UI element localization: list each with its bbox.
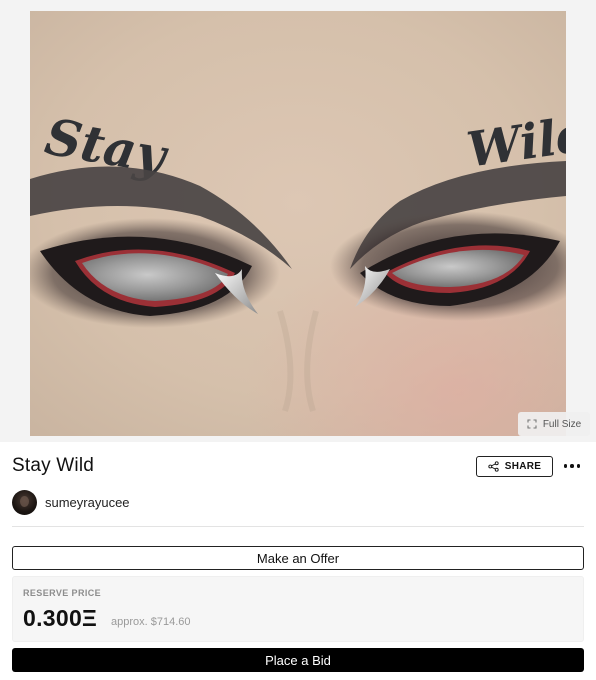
- make-offer-button[interactable]: Make an Offer: [12, 546, 584, 570]
- share-icon: [488, 461, 499, 472]
- share-label: SHARE: [504, 461, 542, 472]
- artwork-title: Stay Wild: [12, 455, 95, 476]
- full-size-button[interactable]: Full Size: [518, 412, 590, 436]
- full-size-label: Full Size: [542, 418, 582, 430]
- place-bid-button[interactable]: Place a Bid: [12, 648, 584, 672]
- more-options-button[interactable]: [560, 457, 584, 475]
- reserve-price-value: 0.300Ξ: [23, 605, 98, 631]
- share-button[interactable]: SHARE: [476, 456, 553, 477]
- reserve-price-label: RESERVE PRICE: [23, 588, 102, 598]
- more-dot: [570, 464, 574, 468]
- reserve-price-approx: approx. $714.60: [111, 616, 191, 628]
- creator-username: sumeyrayucee: [45, 494, 130, 510]
- more-dot: [576, 464, 581, 468]
- expand-icon: [527, 419, 537, 429]
- divider: [12, 526, 584, 527]
- avatar: [12, 489, 37, 515]
- reserve-price-panel: RESERVE PRICE 0.300Ξ approx. $714.60: [12, 576, 584, 642]
- artwork-image[interactable]: Stay Wild: [30, 11, 566, 436]
- creator-link[interactable]: sumeyrayucee: [12, 489, 130, 515]
- artwork-frame: Stay Wild Full Size: [0, 0, 596, 442]
- more-horizontal-icon: [563, 464, 568, 468]
